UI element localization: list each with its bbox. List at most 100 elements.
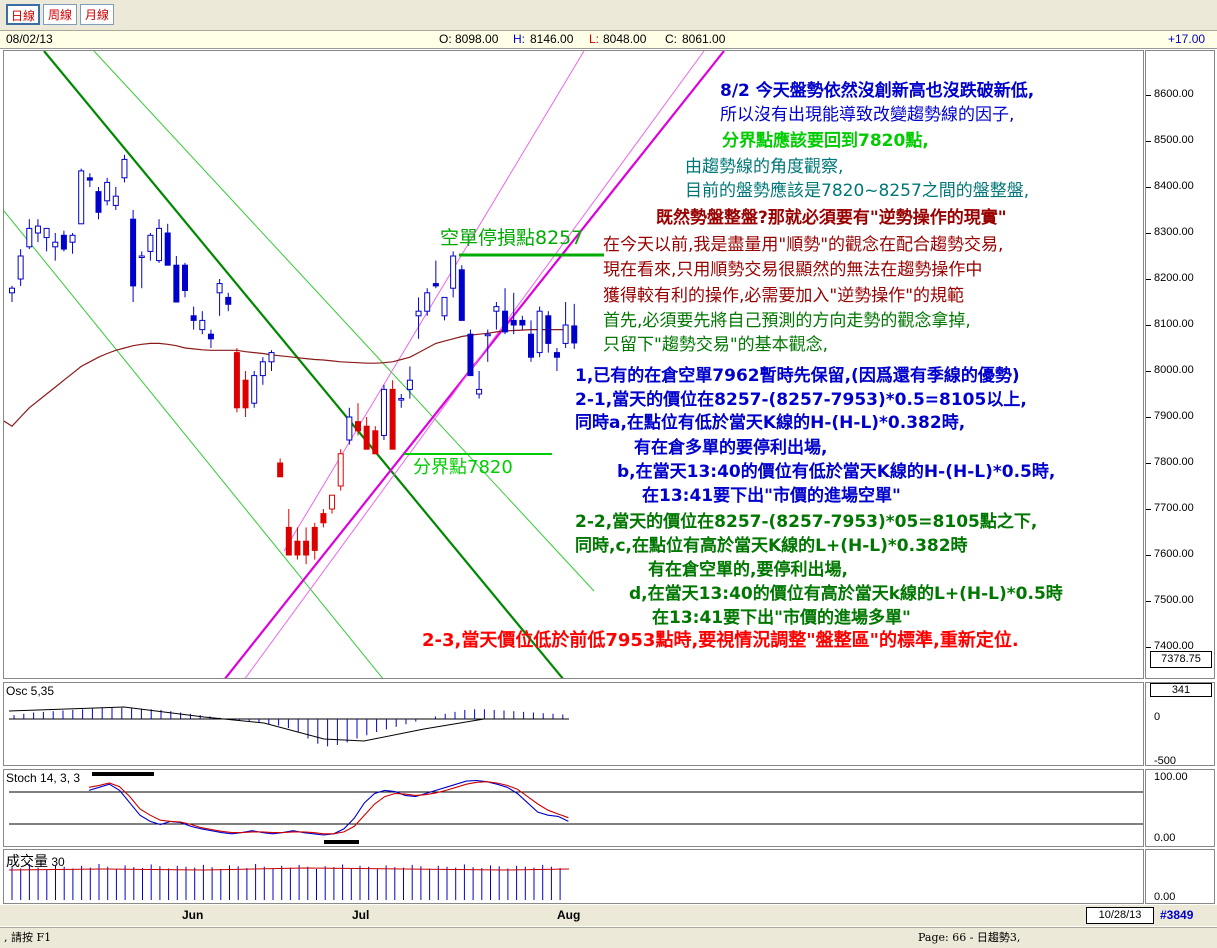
downtrend-channel-upper — [93, 51, 595, 592]
x-label-jun: Jun — [182, 908, 204, 922]
candle — [355, 403, 361, 436]
candle-body — [536, 310, 543, 354]
candle-body — [355, 421, 361, 432]
annotation-line: 只留下"趨勢交易"的基本觀念, — [603, 335, 829, 355]
downtrend-channel-lower — [4, 210, 384, 678]
annotation-line: 2-1,當天的價位在8257-(8257-7953)*0.5=8105以上, — [575, 390, 1027, 410]
candle — [467, 329, 474, 377]
candle-body — [112, 195, 119, 206]
stoch-tick-top: 100.00 — [1154, 771, 1188, 783]
candle — [320, 509, 327, 528]
candle — [380, 384, 387, 440]
candle-body — [528, 333, 534, 358]
candle — [104, 177, 111, 206]
candle — [311, 522, 318, 560]
candle-body — [519, 319, 526, 326]
candle — [398, 394, 405, 408]
candle — [277, 458, 284, 478]
annotation-line: 有在倉空單的,要停利出場, — [648, 560, 848, 580]
candle — [346, 407, 353, 445]
candle-body — [320, 513, 327, 524]
candle — [337, 449, 344, 491]
candle-body — [337, 453, 344, 487]
price-axis: 8600.00 8500.00 8400.00 8300.00 8200.00 8100.… — [1145, 50, 1215, 679]
price-tick-mark — [1146, 233, 1151, 234]
open-label: O: — [439, 32, 452, 46]
candle — [173, 256, 180, 303]
status-help: , 請按 F1 — [4, 931, 52, 944]
volume-ma-line — [8, 867, 570, 871]
price-tick-mark — [1146, 647, 1151, 648]
candle — [268, 350, 275, 371]
candle — [233, 348, 240, 413]
candle — [424, 288, 431, 316]
annotation-line: 8/2 今天盤勢依然沒創新高也沒跌破新低, — [720, 81, 1035, 101]
annotation-line: 獲得較有利的操作,必需要加入"逆勢操作"的規範 — [603, 286, 965, 306]
x-axis: Jun Jul Aug 10/28/13 #3849 — [0, 905, 1217, 926]
candle — [147, 233, 154, 261]
candle-body — [138, 255, 145, 258]
candle — [363, 417, 370, 450]
candle — [207, 329, 214, 348]
candle-body — [182, 264, 188, 291]
ohlc-info-bar: 08/02/13 O: 8098.00 H: 8146.00 L: 8048.0… — [0, 31, 1217, 49]
stop-loss-label: 空單停損點8257 — [440, 227, 584, 249]
candle-body — [329, 494, 336, 510]
candle-body — [545, 315, 552, 344]
annotation-line: 現在看來,只用順勢交易很顯然的無法在趨勢操作中 — [603, 260, 983, 280]
candle-body — [571, 325, 578, 344]
candle-body — [467, 333, 474, 377]
osc-signal-line — [8, 706, 569, 742]
candle-body — [173, 264, 180, 303]
price-tick-mark — [1146, 509, 1151, 510]
annotation-line: d,在當天13:40的價位有高於當天k線的L+(H-L)*0.5時 — [629, 584, 1063, 604]
tab-weekly[interactable]: 周線 — [43, 4, 77, 25]
annotation-line: 1,已有的在倉空單7962暫時先保留,(因爲還有季線的優勢) — [575, 366, 1020, 386]
price-tick-label: 8600.00 — [1154, 88, 1194, 100]
toolbar: 日線 周線 月線 — [0, 0, 1217, 31]
osc-tick-bottom: -500 — [1154, 755, 1177, 766]
candle-body — [406, 379, 413, 390]
change-value: +17.00 — [1168, 32, 1206, 46]
candle — [78, 168, 85, 225]
candle-body — [43, 227, 50, 239]
candle-body — [277, 462, 284, 478]
candle-body — [121, 158, 128, 179]
candle-body — [380, 388, 387, 436]
candle-body — [294, 540, 301, 556]
candle-body — [458, 269, 465, 321]
candle — [69, 233, 76, 254]
candle-body — [553, 352, 560, 358]
low-value: 8048.00 — [603, 32, 647, 46]
candle-body — [156, 227, 163, 262]
candle-body — [415, 310, 422, 317]
candle-body — [502, 310, 509, 333]
candle — [156, 219, 163, 263]
candle — [536, 306, 543, 358]
candle-body — [441, 296, 448, 317]
candle-body — [52, 241, 59, 248]
candle-body — [34, 225, 41, 234]
annotation-line: 在13:41要下出"市價的進場空單" — [642, 486, 901, 506]
candle-body — [510, 319, 517, 326]
candle — [164, 223, 171, 266]
candle-body — [424, 292, 431, 312]
candle — [571, 303, 578, 349]
main-downtrend-line — [43, 51, 564, 678]
price-tick-mark — [1146, 95, 1151, 96]
price-tick-label: 8100.00 — [1154, 318, 1194, 330]
stoch-pane: Stoch 14, 3, 3 — [3, 769, 1144, 847]
price-tick-label: 8200.00 — [1154, 272, 1194, 284]
tab-daily[interactable]: 日線 — [6, 4, 40, 25]
annotation-line: 既然勢盤整盤?那就必須要有"逆勢操作的現實" — [656, 208, 1007, 228]
candle-body — [389, 388, 396, 450]
candle — [553, 348, 560, 371]
annotation-line: 目前的盤勢應該是7820~8257之間的盤整盤, — [685, 181, 1030, 201]
candle — [476, 371, 483, 399]
candle-body — [17, 255, 24, 280]
candle-body — [233, 352, 240, 409]
tab-monthly[interactable]: 月線 — [80, 4, 114, 25]
x-label-jul: Jul — [352, 908, 370, 922]
candle-body — [268, 352, 275, 363]
candle-body — [104, 181, 111, 202]
